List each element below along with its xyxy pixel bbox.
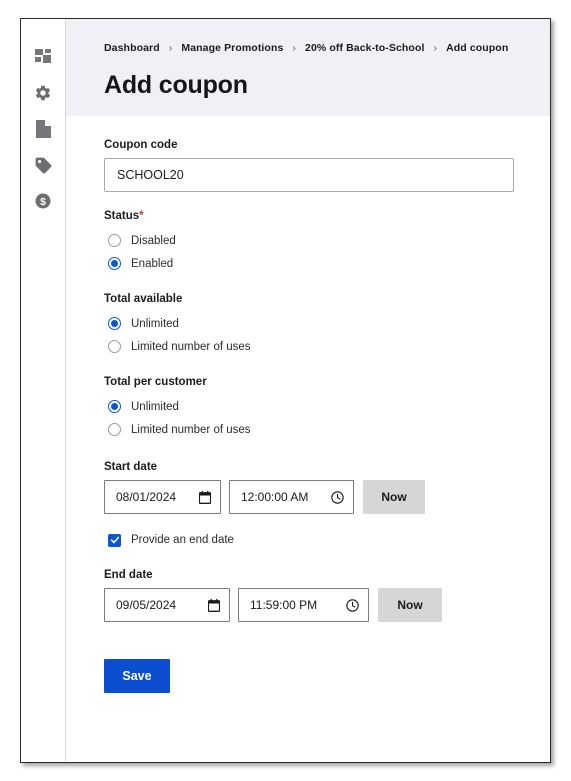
status-label: Status* (104, 210, 550, 222)
radio-total-per-customer-unlimited[interactable]: Unlimited (104, 395, 550, 418)
end-time-value: 11:59:00 PM (250, 598, 318, 612)
radio-icon-unchecked (108, 234, 121, 247)
end-date-now-button[interactable]: Now (378, 588, 442, 622)
coupon-code-label: Coupon code (104, 139, 178, 151)
sidebar-nav: $ (21, 19, 66, 762)
dashboard-grid-icon (34, 48, 52, 66)
coupon-form: Coupon code Status* Disabled Enabled (66, 116, 550, 762)
start-time-value: 12:00:00 AM (241, 490, 309, 504)
dollar-circle-icon: $ (34, 192, 52, 210)
screen-root: $ Dashboard › Manage Promotions › 20% of… (0, 0, 571, 781)
total-per-customer-label: Total per customer (104, 376, 207, 388)
start-date-row: 08/01/2024 12:00:00 AM Now (104, 480, 550, 514)
calendar-icon[interactable] (199, 490, 211, 504)
field-group-start-date: Start date 08/01/2024 12:00:00 AM Now (104, 461, 550, 514)
radio-icon-unchecked (108, 340, 121, 353)
clock-icon[interactable] (331, 490, 344, 504)
radio-total-available-limited[interactable]: Limited number of uses (104, 335, 550, 358)
start-date-now-button[interactable]: Now (363, 480, 425, 514)
radio-icon-checked (108, 257, 121, 270)
coupon-code-input[interactable] (104, 158, 514, 192)
main-content: Dashboard › Manage Promotions › 20% off … (66, 19, 550, 762)
sidebar-item-settings[interactable] (21, 75, 66, 111)
end-date-value: 09/05/2024 (116, 598, 177, 612)
end-time-input[interactable]: 11:59:00 PM (238, 588, 369, 622)
breadcrumb-separator: › (168, 42, 173, 54)
breadcrumb-item-dashboard[interactable]: Dashboard (104, 42, 160, 54)
save-button[interactable]: Save (104, 659, 170, 693)
gear-icon (34, 84, 52, 102)
provide-end-date-checkbox-row[interactable]: Provide an end date (104, 529, 550, 551)
radio-total-available-unlimited-label: Unlimited (131, 317, 179, 330)
radio-total-per-customer-limited[interactable]: Limited number of uses (104, 418, 550, 441)
field-group-end-date: End date 09/05/2024 11:59:00 PM Now (104, 569, 550, 622)
sidebar-item-promotions[interactable] (21, 147, 66, 183)
page-title: Add coupon (104, 71, 248, 99)
start-date-value: 08/01/2024 (116, 490, 177, 504)
end-date-row: 09/05/2024 11:59:00 PM Now (104, 588, 550, 622)
breadcrumb-item-manage-promotions[interactable]: Manage Promotions (181, 42, 283, 54)
calendar-icon[interactable] (208, 598, 220, 612)
page-header: Dashboard › Manage Promotions › 20% off … (66, 19, 550, 116)
breadcrumb: Dashboard › Manage Promotions › 20% off … (104, 42, 550, 54)
radio-status-enabled-label: Enabled (131, 257, 174, 270)
radio-status-enabled[interactable]: Enabled (104, 252, 550, 275)
field-group-total-per-customer: Total per customer Unlimited Limited num… (104, 376, 550, 441)
radio-status-disabled-label: Disabled (131, 234, 176, 247)
radio-icon-checked (108, 400, 121, 413)
provide-end-date-label: Provide an end date (131, 534, 234, 546)
end-date-input[interactable]: 09/05/2024 (104, 588, 230, 622)
radio-icon-unchecked (108, 423, 121, 436)
start-date-input[interactable]: 08/01/2024 (104, 480, 221, 514)
radio-total-available-unlimited[interactable]: Unlimited (104, 312, 550, 335)
checkbox-checked-icon (108, 533, 121, 547)
radio-icon-checked (108, 317, 121, 330)
field-group-coupon-code: Coupon code (104, 139, 550, 192)
breadcrumb-item-current: Add coupon (446, 42, 509, 54)
required-asterisk: * (139, 210, 144, 222)
tag-icon (34, 156, 53, 175)
radio-total-available-limited-label: Limited number of uses (131, 340, 251, 353)
sidebar-item-catalog[interactable] (21, 111, 66, 147)
end-date-label: End date (104, 569, 153, 581)
radio-total-per-customer-limited-label: Limited number of uses (131, 423, 251, 436)
document-page-icon (35, 120, 51, 138)
radio-status-disabled[interactable]: Disabled (104, 229, 550, 252)
breadcrumb-item-promotion[interactable]: 20% off Back-to-School (305, 42, 424, 54)
total-available-label: Total available (104, 293, 183, 305)
app-window: $ Dashboard › Manage Promotions › 20% of… (20, 18, 551, 763)
breadcrumb-separator: › (292, 42, 297, 54)
clock-icon[interactable] (346, 598, 359, 612)
start-time-input[interactable]: 12:00:00 AM (229, 480, 354, 514)
start-date-label: Start date (104, 461, 158, 473)
breadcrumb-separator: › (433, 42, 438, 54)
field-group-total-available: Total available Unlimited Limited number… (104, 293, 550, 358)
radio-total-per-customer-unlimited-label: Unlimited (131, 400, 179, 413)
svg-text:$: $ (40, 196, 46, 208)
field-group-status: Status* Disabled Enabled (104, 210, 550, 275)
sidebar-item-billing[interactable]: $ (21, 183, 66, 219)
status-label-text: Status (104, 210, 140, 222)
sidebar-item-dashboard[interactable] (21, 39, 66, 75)
